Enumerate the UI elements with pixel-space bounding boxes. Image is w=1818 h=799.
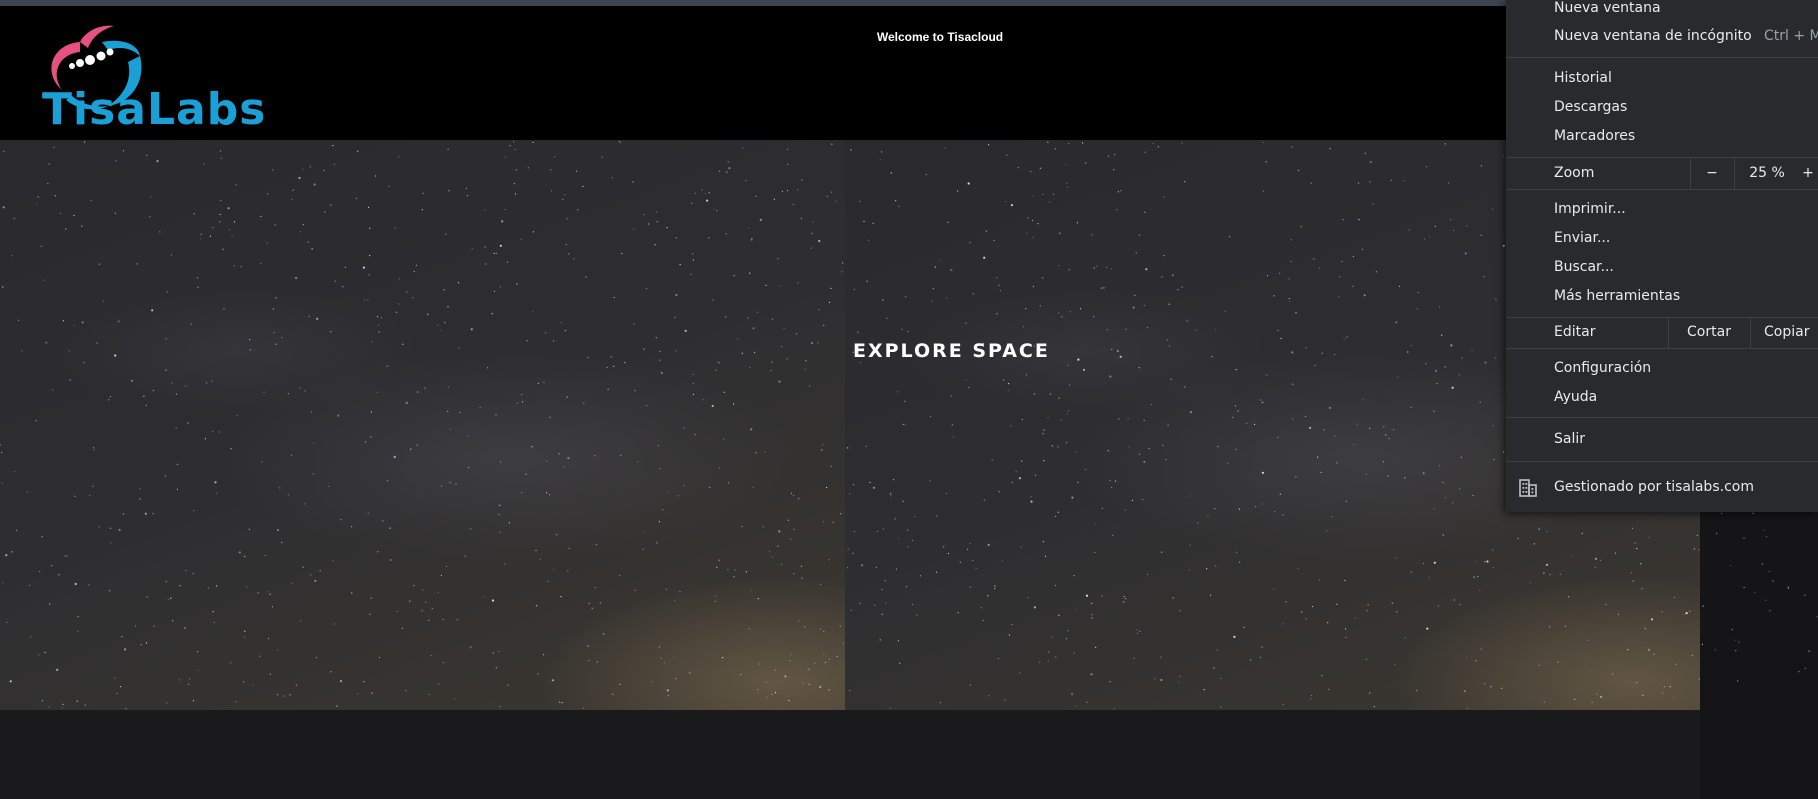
zoom-in-button[interactable]: + (1798, 158, 1818, 189)
menu-separator (1506, 417, 1818, 418)
menu-item-help[interactable]: Ayuda (1506, 385, 1818, 411)
menu-item-label: Enviar... (1554, 230, 1611, 246)
menu-item-label: Buscar... (1554, 259, 1614, 275)
menu-item-label: Descargas (1554, 99, 1628, 115)
menu-row-zoom: Zoom − 25 % + (1506, 158, 1818, 189)
menu-item-label: Nueva ventana de incógnito (1554, 28, 1752, 44)
tisalabs-logo[interactable]: TisaLabs (42, 16, 298, 138)
hero-title: EXPLORE SPACE (853, 340, 1050, 362)
menu-item-label: Nueva ventana (1554, 0, 1661, 16)
menu-item-send[interactable]: Enviar... (1506, 226, 1818, 252)
menu-item-label: Más herramientas (1554, 288, 1681, 304)
menu-item-managed-by[interactable]: Gestionado por tisalabs.com (1506, 475, 1818, 501)
browser-viewport: TisaLabs Welcome to Tisacloud EXPLORE SP… (0, 0, 1818, 799)
menu-separator (1506, 348, 1818, 349)
stars-left (0, 140, 844, 798)
menu-row-edit: Editar Cortar Copiar (1506, 317, 1818, 348)
menu-item-exit[interactable]: Salir (1506, 427, 1818, 453)
menu-item-label: Configuración (1554, 360, 1652, 376)
menu-separator (1506, 461, 1818, 462)
menu-item-downloads[interactable]: Descargas (1506, 95, 1818, 121)
bottom-band-left (0, 710, 845, 799)
menu-item-label: Gestionado por tisalabs.com (1554, 479, 1754, 495)
zoom-out-button[interactable]: − (1690, 158, 1734, 189)
starfield-panel-left (0, 140, 845, 799)
zoom-label: Zoom (1554, 165, 1595, 181)
building-icon (1518, 478, 1538, 498)
zoom-divider (1734, 158, 1735, 189)
copy-button[interactable]: Copiar (1750, 317, 1818, 348)
browser-context-menu: Nueva ventana Nueva ventana de incógnito… (1506, 0, 1818, 512)
menu-separator (1506, 189, 1818, 190)
logo-wordmark: TisaLabs (42, 84, 267, 135)
menu-item-find[interactable]: Buscar... (1506, 255, 1818, 281)
zoom-level: 25 % (1749, 165, 1785, 181)
menu-item-print[interactable]: Imprimir... (1506, 197, 1818, 223)
menu-item-shortcut: Ctrl + M (1764, 28, 1818, 44)
menu-item-more-tools[interactable]: Más herramientas (1506, 284, 1818, 310)
menu-item-bookmarks[interactable]: Marcadores (1506, 124, 1818, 150)
menu-item-settings[interactable]: Configuración (1506, 356, 1818, 382)
menu-item-label: Ayuda (1554, 389, 1598, 405)
menu-item-new-incognito-window[interactable]: Nueva ventana de incógnito Ctrl + M (1506, 24, 1818, 50)
bottom-band-center (845, 710, 1700, 799)
cut-button[interactable]: Cortar (1668, 317, 1750, 348)
edit-label: Editar (1554, 324, 1596, 340)
menu-item-label: Salir (1554, 431, 1586, 447)
menu-item-label: Imprimir... (1554, 201, 1626, 217)
welcome-text: Welcome to Tisacloud (876, 30, 1004, 44)
menu-item-history[interactable]: Historial (1506, 66, 1818, 92)
menu-item-label: Historial (1554, 70, 1612, 86)
menu-item-label: Marcadores (1554, 128, 1636, 144)
bottom-band-right (1700, 710, 1818, 799)
menu-item-new-window[interactable]: Nueva ventana (1506, 0, 1818, 22)
menu-separator (1506, 57, 1818, 58)
